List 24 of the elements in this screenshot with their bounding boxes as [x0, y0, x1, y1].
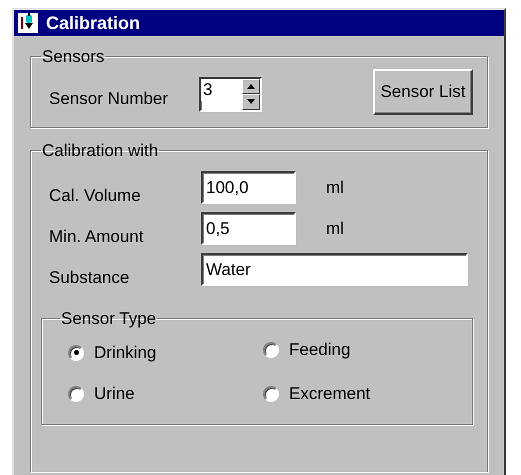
group-title: Calibration with: [41, 142, 160, 159]
radio-option[interactable]: Excrement: [263, 381, 370, 407]
group-title: Sensor Type: [60, 310, 158, 327]
radio-option[interactable]: Urine: [68, 381, 135, 407]
field-label: Substance: [49, 266, 130, 288]
radio-option[interactable]: Feeding: [263, 337, 350, 362]
spin-up-button[interactable]: [242, 78, 260, 94]
number-spinner[interactable]: 3: [199, 76, 262, 112]
field-label: Cal. Volume: [49, 184, 142, 206]
sensor-icon: [18, 13, 38, 33]
text-field[interactable]: 0,5: [201, 212, 296, 245]
unit-label: ml: [326, 218, 344, 240]
up-arrow-icon: [247, 84, 255, 89]
unit-label: ml: [326, 176, 344, 198]
field-label: Min. Amount: [49, 226, 144, 248]
sensor-list-button[interactable]: Sensor List: [373, 69, 473, 115]
radio-option[interactable]: Drinking: [68, 340, 156, 366]
spin-down-button[interactable]: [242, 94, 260, 110]
down-arrow-icon: [247, 99, 255, 104]
text-field[interactable]: Water: [201, 253, 468, 286]
text-field[interactable]: 100,0: [201, 171, 296, 204]
field-label: Sensor Number: [49, 88, 170, 110]
group-title: Sensors: [41, 48, 106, 65]
window-title: Calibration: [46, 12, 140, 34]
